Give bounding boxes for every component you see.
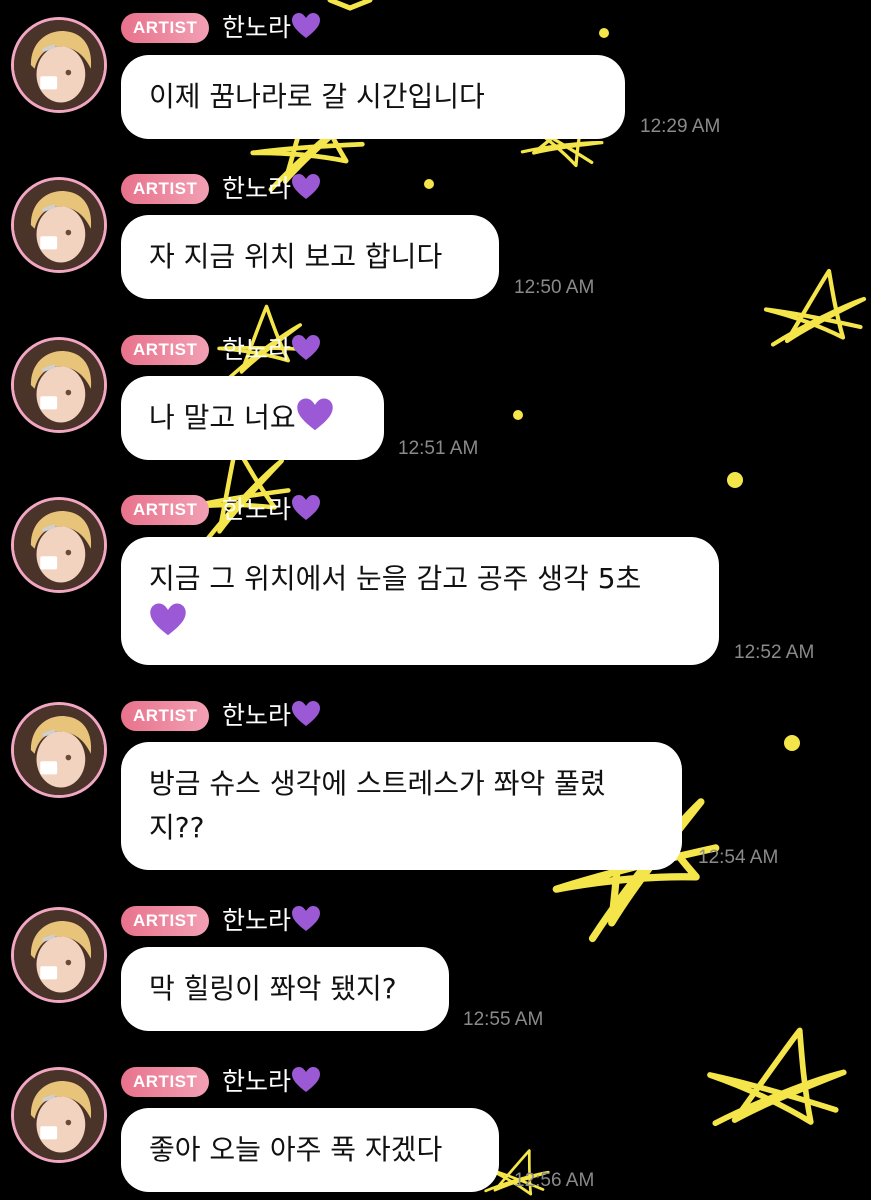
message-bubble[interactable]: 막 힐링이 쫘악 됐지? [121,947,449,1031]
artist-badge: ARTIST [121,335,210,365]
artist-badge: ARTIST [121,906,210,936]
purple-heart-icon [292,1067,321,1092]
sender-name: 한노라 [222,494,321,526]
sender-name: 한노라 [222,173,321,205]
purple-heart-icon [292,13,321,38]
purple-heart-icon [292,906,321,931]
artist-badge: ARTIST [121,174,210,204]
avatar-image [14,180,104,270]
purple-heart-icon [150,603,186,636]
purple-heart-icon [292,335,321,360]
avatar[interactable] [11,337,107,433]
star-doodle-icon [766,271,864,345]
artist-badge: ARTIST [121,13,210,43]
avatar-image [14,910,104,1000]
message-bubble[interactable]: 방금 슈스 생각에 스트레스가 쫘악 풀렸 지?? [121,742,682,870]
star-dot-icon [727,472,743,488]
avatar-image [14,340,104,430]
sender-name: 한노라 [222,334,321,366]
message-timestamp: 12:50 AM [514,277,595,298]
avatar[interactable] [11,497,107,593]
star-dot-icon [599,28,609,38]
chat-screen: ARTIST 한노라 이제 꿈나라로 갈 시간입니다 12:29 AM ARTI… [0,0,871,1200]
avatar-image [14,500,104,590]
avatar[interactable] [11,177,107,273]
artist-badge: ARTIST [121,495,210,525]
avatar-image [14,705,104,795]
purple-heart-icon [292,495,321,520]
star-dot-icon [424,179,434,189]
message-bubble[interactable]: 이제 꿈나라로 갈 시간입니다 [121,55,625,139]
avatar-image [14,1070,104,1160]
sender-name: 한노라 [222,905,321,937]
purple-heart-icon [292,701,321,726]
avatar[interactable] [11,702,107,798]
avatar[interactable] [11,1067,107,1163]
purple-heart-icon [296,398,333,431]
star-dot-icon [784,735,800,751]
purple-heart-icon [292,174,321,199]
message-timestamp: 12:51 AM [398,438,479,459]
message-timestamp: 12:54 AM [698,847,779,868]
sender-name: 한노라 [222,1066,321,1098]
artist-badge: ARTIST [121,701,210,731]
sender-name: 한노라 [222,700,321,732]
avatar[interactable] [11,17,107,113]
star-dot-icon [513,410,523,420]
message-bubble[interactable]: 자 지금 위치 보고 합니다 [121,215,499,299]
message-bubble[interactable]: 나 말고 너요 [121,376,384,460]
message-bubble[interactable]: 지금 그 위치에서 눈을 감고 공주 생각 5초 [121,537,719,665]
avatar[interactable] [11,907,107,1003]
message-timestamp: 12:55 AM [463,1009,544,1030]
message-bubble[interactable]: 좋아 오늘 아주 푹 자겠다 [121,1108,499,1192]
star-doodle-icon [706,1023,847,1134]
message-timestamp: 12:29 AM [640,116,721,137]
message-timestamp: 12:56 AM [514,1170,595,1191]
avatar-image [14,20,104,110]
message-timestamp: 12:52 AM [734,642,815,663]
artist-badge: ARTIST [121,1067,210,1097]
sender-name: 한노라 [222,12,321,44]
